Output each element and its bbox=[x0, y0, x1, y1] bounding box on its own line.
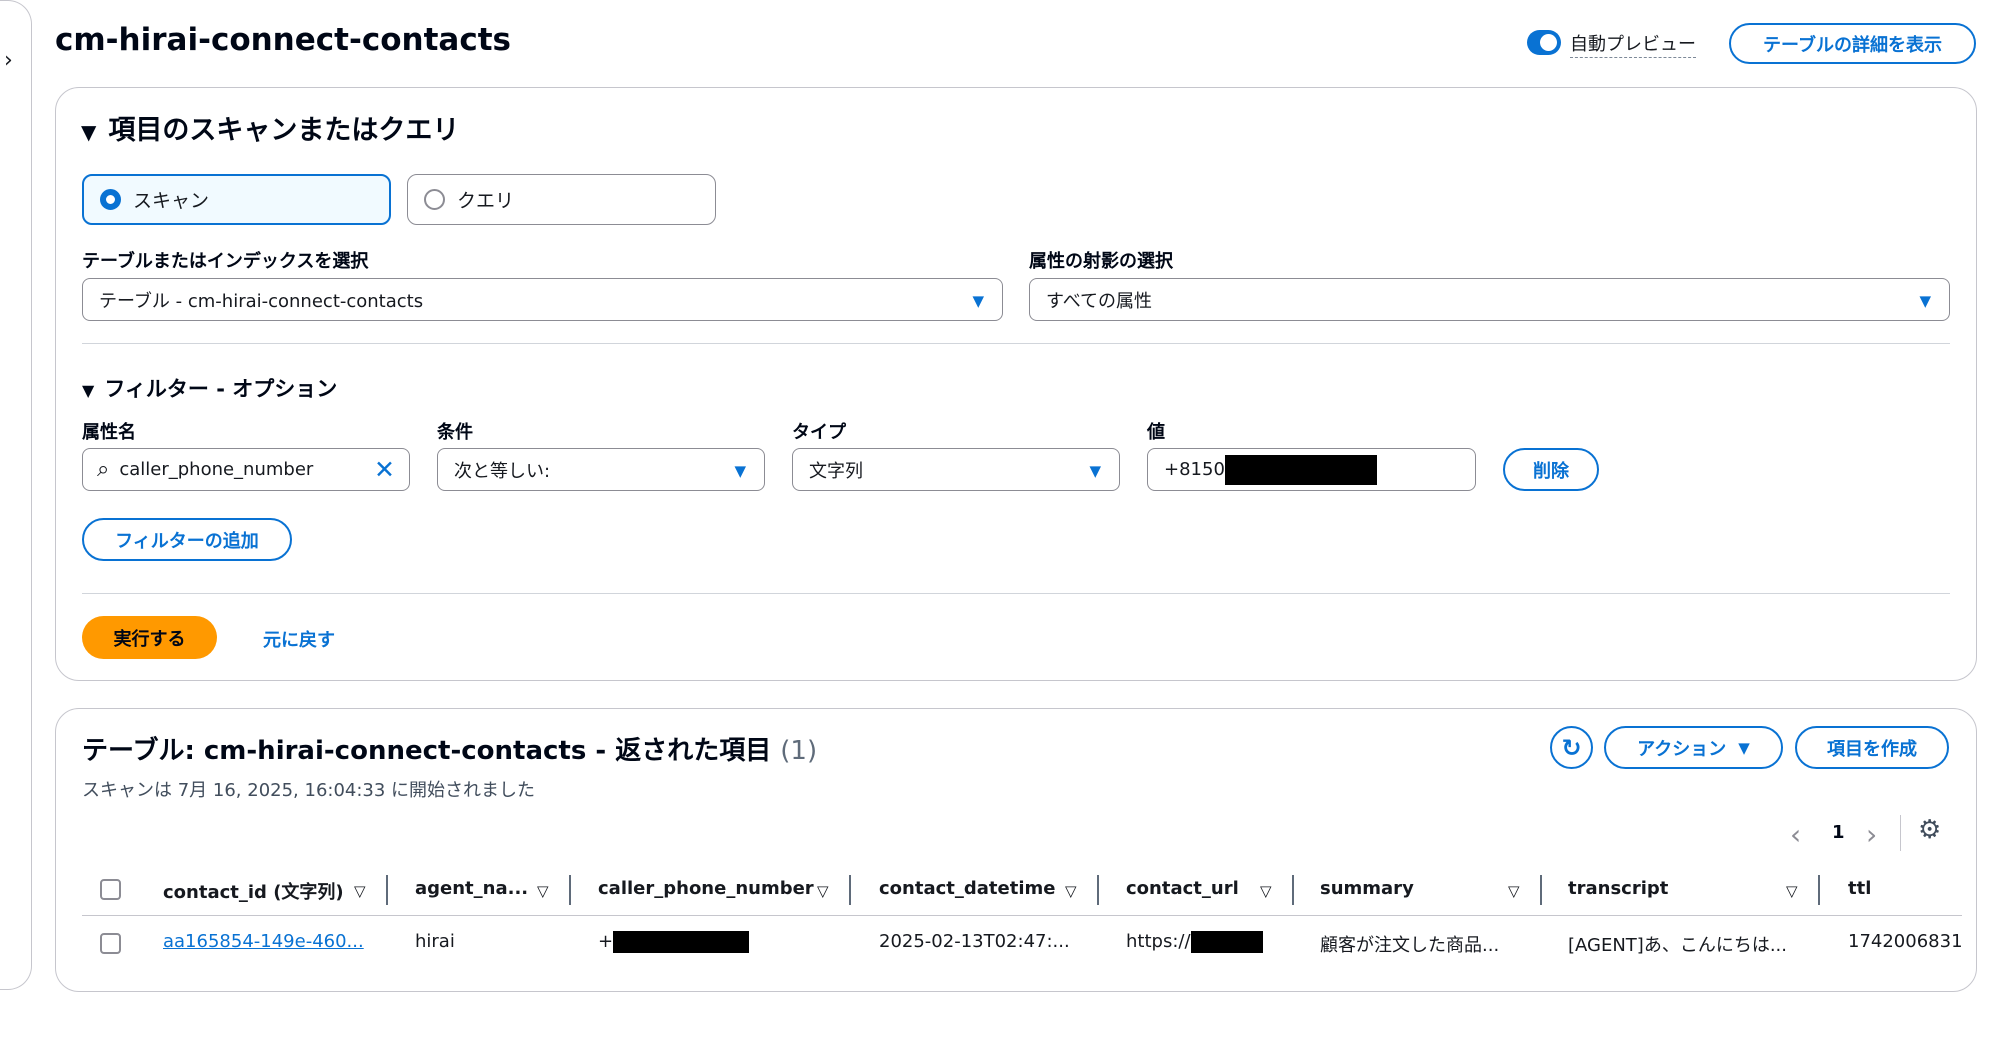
type-label: タイプ bbox=[792, 422, 846, 443]
refresh-button[interactable]: ↻ bbox=[1550, 726, 1593, 769]
run-button[interactable]: 実行する bbox=[82, 616, 217, 659]
value-input[interactable]: +8150 bbox=[1147, 448, 1476, 491]
close-icon[interactable]: ✕ bbox=[374, 455, 395, 484]
search-icon: ⌕ bbox=[97, 457, 110, 482]
column-resizer[interactable] bbox=[1292, 875, 1294, 905]
projection-select[interactable]: すべての属性 ▼ bbox=[1029, 278, 1950, 321]
condition-select[interactable]: 次と等しい: ▼ bbox=[437, 448, 765, 491]
table-index-label: テーブルまたはインデックスを選択 bbox=[82, 251, 369, 272]
redaction-box bbox=[613, 931, 750, 953]
condition-value: 次と等しい: bbox=[454, 460, 551, 482]
cell-ttl: 1742006831 bbox=[1848, 931, 1963, 952]
auto-preview-toggle[interactable] bbox=[1527, 30, 1561, 55]
sort-caret-icon[interactable]: ▽ bbox=[1508, 882, 1520, 900]
sort-caret-icon[interactable]: ▽ bbox=[1260, 882, 1272, 900]
column-header-ttl[interactable]: ttl bbox=[1848, 878, 1871, 899]
chevron-right-icon[interactable]: › bbox=[4, 48, 13, 73]
projection-value: すべての属性 bbox=[1046, 290, 1153, 312]
scan-radio-tile[interactable]: スキャン bbox=[82, 174, 391, 225]
attribute-name-input[interactable]: ⌕ caller_phone_number ✕ bbox=[82, 448, 410, 491]
reset-link[interactable]: 元に戻す bbox=[263, 626, 335, 652]
cell-transcript: [AGENT]あ、こんにちは... bbox=[1568, 935, 1787, 956]
radio-selected-icon bbox=[100, 189, 121, 210]
scan-radio-label: スキャン bbox=[133, 190, 210, 212]
column-resizer[interactable] bbox=[386, 875, 388, 905]
actions-button-label: アクション bbox=[1637, 738, 1727, 760]
query-radio-label: クエリ bbox=[457, 190, 515, 212]
column-resizer[interactable] bbox=[569, 875, 571, 905]
remove-filter-button[interactable]: 削除 bbox=[1503, 448, 1599, 491]
caret-down-icon: ▼ bbox=[81, 120, 97, 144]
cell-contact-datetime: 2025-02-13T02:47:... bbox=[879, 931, 1070, 952]
type-select[interactable]: 文字列 ▼ bbox=[792, 448, 1120, 491]
column-resizer[interactable] bbox=[849, 875, 851, 905]
redaction-box bbox=[1190, 931, 1263, 953]
radio-unselected-icon bbox=[424, 189, 445, 210]
scan-start-info: スキャンは 7月 16, 2025, 16:04:33 に開始されました bbox=[82, 780, 536, 801]
scan-query-section-title[interactable]: ▼ 項目のスキャンまたはクエリ bbox=[81, 108, 459, 147]
sort-caret-icon[interactable]: ▽ bbox=[1786, 882, 1798, 900]
column-resizer[interactable] bbox=[1097, 875, 1099, 905]
type-value: 文字列 bbox=[809, 460, 863, 482]
column-header-contact-id[interactable]: contact_id (文字列) bbox=[163, 878, 344, 904]
cell-caller-phone-number: + bbox=[598, 931, 750, 953]
add-filter-button[interactable]: フィルターの追加 bbox=[82, 518, 292, 561]
cell-contact-id[interactable]: aa165854-149e-460... bbox=[163, 931, 364, 952]
cell-summary: 顧客が注文した商品... bbox=[1320, 935, 1500, 956]
query-radio-tile[interactable]: クエリ bbox=[407, 174, 716, 225]
auto-preview-label[interactable]: 自動プレビュー bbox=[1570, 30, 1696, 58]
redaction-box bbox=[1224, 454, 1377, 485]
page-title: cm-hirai-connect-contacts bbox=[55, 22, 511, 58]
column-header-contact-url[interactable]: contact_url bbox=[1126, 878, 1239, 899]
caret-down-icon: ▼ bbox=[972, 292, 984, 310]
select-all-checkbox[interactable] bbox=[100, 879, 121, 900]
cell-agent-name: hirai bbox=[415, 931, 455, 952]
column-header-summary[interactable]: summary bbox=[1320, 878, 1414, 899]
column-header-caller-phone-number[interactable]: caller_phone_number bbox=[598, 878, 814, 899]
filter-section-title[interactable]: ▼ フィルター - オプション bbox=[82, 373, 337, 403]
column-header-contact-datetime[interactable]: contact_datetime bbox=[879, 878, 1055, 899]
results-title: テーブル: cm-hirai-connect-contacts - 返された項目… bbox=[82, 736, 818, 766]
column-header-transcript[interactable]: transcript bbox=[1568, 878, 1668, 899]
column-resizer[interactable] bbox=[1540, 875, 1542, 905]
value-label: 値 bbox=[1147, 422, 1165, 443]
sort-caret-icon[interactable]: ▽ bbox=[354, 882, 366, 900]
section-divider bbox=[82, 343, 1950, 344]
table-index-value: テーブル - cm-hirai-connect-contacts bbox=[99, 290, 424, 312]
caret-down-icon: ▼ bbox=[82, 381, 95, 400]
row-checkbox[interactable] bbox=[100, 933, 121, 954]
page-number[interactable]: 1 bbox=[1832, 822, 1845, 843]
gear-icon[interactable]: ⚙ bbox=[1918, 815, 1941, 845]
chevron-right-icon[interactable]: › bbox=[1866, 818, 1877, 851]
pager-divider bbox=[1900, 815, 1901, 851]
refresh-icon: ↻ bbox=[1561, 733, 1582, 762]
caret-down-icon: ▼ bbox=[1919, 292, 1931, 310]
actions-dropdown-button[interactable]: アクション ▼ bbox=[1604, 726, 1783, 769]
cell-contact-url: https:// bbox=[1126, 931, 1263, 953]
caret-down-icon: ▼ bbox=[1738, 738, 1750, 757]
chevron-left-icon[interactable]: ‹ bbox=[1790, 818, 1801, 851]
section-divider bbox=[82, 593, 1950, 594]
caret-down-icon: ▼ bbox=[1089, 462, 1101, 480]
sort-caret-icon[interactable]: ▽ bbox=[537, 882, 549, 900]
attribute-name-value: caller_phone_number bbox=[119, 459, 314, 480]
column-resizer[interactable] bbox=[1818, 875, 1820, 905]
attribute-name-label: 属性名 bbox=[82, 422, 136, 443]
sort-caret-icon[interactable]: ▽ bbox=[1065, 882, 1077, 900]
condition-label: 条件 bbox=[437, 422, 473, 443]
table-details-button[interactable]: テーブルの詳細を表示 bbox=[1729, 23, 1976, 64]
caret-down-icon: ▼ bbox=[734, 462, 746, 480]
sort-caret-icon[interactable]: ▽ bbox=[817, 882, 829, 900]
column-header-agent-name[interactable]: agent_na... bbox=[415, 878, 528, 899]
table-index-select[interactable]: テーブル - cm-hirai-connect-contacts ▼ bbox=[82, 278, 1003, 321]
projection-label: 属性の射影の選択 bbox=[1029, 251, 1173, 272]
table-header-divider bbox=[82, 915, 1962, 916]
results-count: (1) bbox=[780, 736, 818, 766]
create-item-button[interactable]: 項目を作成 bbox=[1795, 726, 1949, 769]
side-navigation-rail[interactable]: › bbox=[0, 0, 32, 990]
value-text: +8150 bbox=[1164, 459, 1225, 480]
